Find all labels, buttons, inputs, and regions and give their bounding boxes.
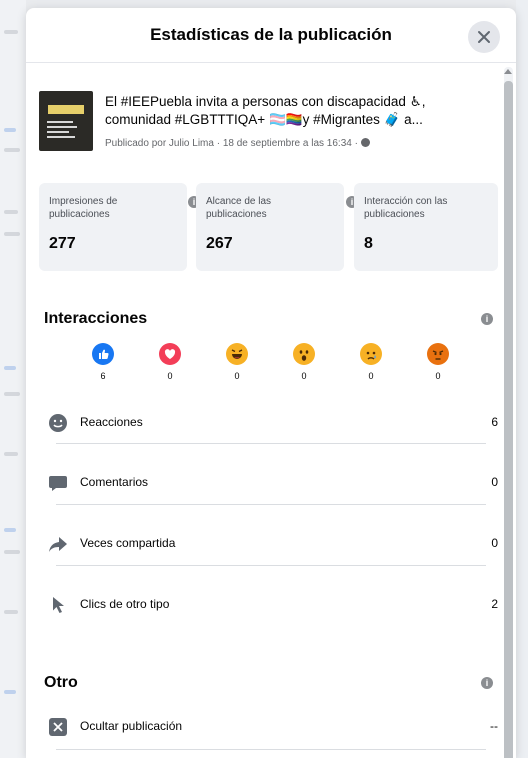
post-text: El #IEEPuebla invita a personas con disc…	[105, 93, 475, 129]
reaction-haha: 0	[222, 343, 252, 381]
hide-icon	[49, 718, 67, 736]
reaction-count: 0	[301, 371, 307, 381]
reaction-love: 0	[155, 343, 185, 381]
dialog-title: Estadísticas de la publicación	[150, 25, 392, 44]
row-shares[interactable]: Veces compartida 0	[48, 522, 498, 582]
row-hide-post[interactable]: Ocultar publicación --	[48, 705, 498, 758]
divider	[56, 443, 486, 444]
bg-text-line	[4, 528, 16, 532]
post-insights-dialog: Estadísticas de la publicación El #IEEPu…	[26, 8, 516, 758]
stat-value: 8	[364, 235, 373, 252]
comment-icon	[49, 476, 67, 491]
dialog-content[interactable]: El #IEEPuebla invita a personas con disc…	[26, 63, 516, 758]
reaction-count: 0	[234, 371, 240, 381]
love-icon	[159, 343, 181, 365]
like-icon	[92, 343, 114, 365]
info-icon[interactable]: i	[481, 677, 493, 689]
reaction-angry: 0	[423, 343, 453, 381]
divider	[56, 504, 486, 505]
reaction-count: 6	[100, 371, 106, 381]
row-other-clicks[interactable]: Clics de otro tipo 2	[48, 583, 498, 643]
row-label: Clics de otro tipo	[80, 597, 170, 611]
bg-text-line	[4, 366, 16, 370]
background-page	[0, 0, 26, 758]
row-value: 6	[491, 415, 498, 429]
stat-value: 277	[49, 235, 76, 252]
reaction-count: 0	[435, 371, 441, 381]
angry-icon	[427, 343, 449, 365]
reaction-sad: 0	[356, 343, 386, 381]
stat-label: Interacción con las publicaciones	[364, 196, 448, 220]
bg-text-line	[4, 452, 18, 456]
haha-icon	[226, 343, 248, 365]
row-label: Reacciones	[80, 415, 143, 429]
bg-text-line	[4, 148, 20, 152]
reaction-like: 6	[88, 343, 118, 381]
divider	[56, 565, 486, 566]
post-summary[interactable]: El #IEEPuebla invita a personas con disc…	[39, 91, 499, 159]
post-meta: Publicado por Julio Lima · 18 de septiem…	[105, 138, 370, 149]
scrollbar-thumb[interactable]	[504, 81, 513, 758]
section-title-interactions: Interacciones	[44, 310, 148, 327]
stat-card-reach: Alcance de las publicaciones 267	[196, 183, 344, 271]
post-text-line-1: El #IEEPuebla invita a personas con disc…	[105, 94, 426, 109]
reaction-count: 0	[368, 371, 374, 381]
row-label: Comentarios	[80, 475, 149, 489]
divider	[56, 749, 486, 750]
info-icon[interactable]: i	[481, 313, 493, 325]
scroll-up-arrow[interactable]	[504, 69, 512, 74]
reaction-wow: 0	[289, 343, 319, 381]
sad-icon	[360, 343, 382, 365]
row-value: 2	[491, 597, 498, 611]
dialog-header: Estadísticas de la publicación	[26, 8, 516, 63]
stat-label: Impresiones de publicaciones	[49, 196, 118, 220]
bg-text-line	[4, 392, 20, 396]
stat-label: Alcance de las publicaciones	[206, 196, 272, 220]
smiley-icon	[49, 414, 67, 432]
bg-text-line	[4, 30, 18, 34]
bg-text-line	[4, 610, 18, 614]
share-icon	[49, 537, 67, 552]
bg-text-line	[4, 210, 18, 214]
stat-card-engagement: Interacción con las publicaciones 8	[354, 183, 498, 271]
bg-text-line	[4, 690, 16, 694]
stat-card-impressions: Impresiones de publicaciones 277	[39, 183, 187, 271]
row-reactions[interactable]: Reacciones 6	[48, 401, 498, 461]
wow-icon	[293, 343, 315, 365]
cursor-icon	[53, 597, 64, 613]
row-label: Ocultar publicación	[80, 719, 183, 733]
row-comments[interactable]: Comentarios 0	[48, 461, 498, 521]
section-title-other: Otro	[44, 674, 78, 691]
close-button[interactable]	[468, 21, 500, 53]
bg-text-line	[4, 232, 20, 236]
background-page-right	[516, 0, 528, 758]
globe-icon	[360, 138, 370, 147]
bg-text-line	[4, 550, 20, 554]
post-thumbnail	[39, 91, 93, 151]
row-label: Veces compartida	[80, 536, 176, 550]
row-value: 0	[491, 475, 498, 489]
close-icon	[478, 31, 490, 43]
row-value: 0	[491, 536, 498, 550]
reaction-count: 0	[167, 371, 173, 381]
post-text-line-2: comunidad #LGBTTTIQA+ 🏳️‍⚧️🏳️‍🌈y #Migran…	[105, 112, 423, 127]
post-meta-text: Publicado por Julio Lima · 18 de septiem…	[105, 138, 358, 149]
row-value: --	[490, 719, 498, 733]
stat-value: 267	[206, 235, 233, 252]
bg-text-line	[4, 128, 16, 132]
